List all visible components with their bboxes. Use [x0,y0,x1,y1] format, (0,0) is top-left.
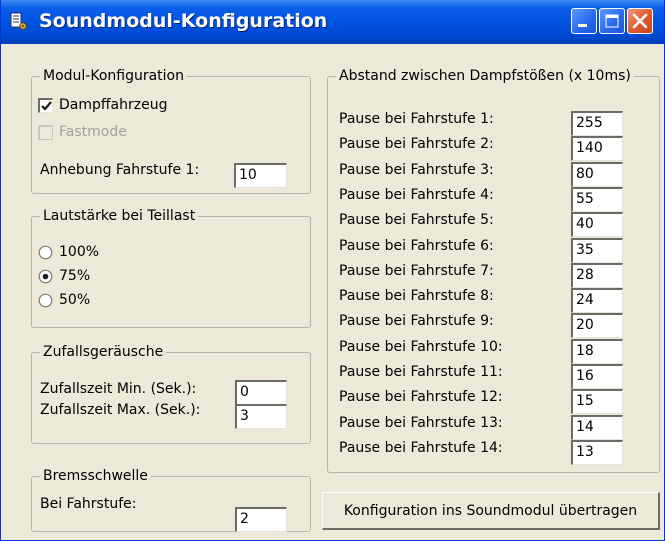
abstand-legend: Abstand zwischen Dampfstößen (x 10ms) [336,67,634,85]
pause-label: Pause bei Fahrstufe 5: [339,212,494,228]
app-icon[interactable] [10,12,29,31]
close-button[interactable] [627,8,653,34]
pause-input[interactable]: 140 [571,136,623,161]
pause-input[interactable]: 13 [571,440,623,465]
pause-label: Pause bei Fahrstufe 12: [339,389,503,405]
pause-label: Pause bei Fahrstufe 11: [339,364,503,380]
bei-fahrstufe-label: Bei Fahrstufe: [40,496,137,512]
window-title: Soundmodul-Konfiguration [39,10,328,32]
pause-input[interactable]: 80 [571,162,623,187]
radio-circle-icon [38,245,53,260]
transfer-config-button[interactable]: Konfiguration ins Soundmodul übertragen [322,492,660,530]
pause-label: Pause bei Fahrstufe 8: [339,288,494,304]
zufallsgeraeusche-legend: Zufallsgeräusche [40,343,167,361]
pause-label: Pause bei Fahrstufe 14: [339,440,503,456]
pause-label: Pause bei Fahrstufe 1: [339,111,494,127]
close-icon [632,13,648,29]
fastmode-label: Fastmode [59,124,127,140]
radio-75[interactable] [38,269,53,284]
pause-input[interactable]: 20 [571,313,623,338]
maximize-icon [605,14,619,28]
pause-input[interactable]: 24 [571,288,623,313]
pause-label: Pause bei Fahrstufe 13: [339,415,503,431]
zufallszeit-min-input[interactable]: 0 [235,380,287,405]
pause-input[interactable]: 16 [571,364,623,389]
pause-label: Pause bei Fahrstufe 2: [339,136,494,152]
pause-input[interactable]: 28 [571,263,623,288]
pause-label: Pause bei Fahrstufe 7: [339,263,494,279]
radio-75-label[interactable]: 75% [59,267,90,285]
radio-selected-icon [38,269,53,284]
pause-label: Pause bei Fahrstufe 10: [339,339,503,355]
bremsschwelle-input[interactable]: 2 [235,507,287,532]
pause-label: Pause bei Fahrstufe 3: [339,162,494,178]
lautstaerke-legend: Lautstärke bei Teillast [40,207,199,225]
radio-100[interactable] [38,245,53,260]
pause-label: Pause bei Fahrstufe 9: [339,313,494,329]
maximize-button[interactable] [599,8,625,34]
pause-input[interactable]: 255 [571,111,623,136]
bremsschwelle-legend: Bremsschwelle [40,467,151,485]
radio-50[interactable] [38,293,53,308]
modul-konfiguration-legend: Modul-Konfiguration [40,67,187,85]
fastmode-checkbox [38,125,53,140]
anhebung-label: Anhebung Fahrstufe 1: [40,162,200,178]
dampffahrzeug-label[interactable]: Dampffahrzeug [59,96,167,114]
radio-50-label[interactable]: 50% [59,291,90,309]
minimize-icon [578,24,587,27]
radio-circle-icon [38,293,53,308]
zufallszeit-min-label: Zufallszeit Min. (Sek.): [40,381,197,397]
pause-input[interactable]: 35 [571,238,623,263]
title-bar[interactable]: Soundmodul-Konfiguration [1,0,664,44]
minimize-button[interactable] [571,8,597,34]
pause-label: Pause bei Fahrstufe 6: [339,238,494,254]
pause-input[interactable]: 18 [571,339,623,364]
pause-label: Pause bei Fahrstufe 4: [339,187,494,203]
anhebung-input[interactable]: 10 [234,163,287,188]
pause-input[interactable]: 15 [571,389,623,414]
pause-input[interactable]: 55 [571,187,623,212]
radio-100-label[interactable]: 100% [59,243,99,261]
main-window: Soundmodul-Konfiguration Modul-Konfigura… [0,0,665,541]
checkmark-icon [41,101,52,111]
pause-input[interactable]: 14 [571,415,623,440]
zufallszeit-max-label: Zufallszeit Max. (Sek.): [40,402,201,418]
pause-input[interactable]: 40 [571,212,623,237]
dampffahrzeug-checkbox[interactable] [38,98,53,113]
zufallszeit-max-input[interactable]: 3 [235,404,287,429]
